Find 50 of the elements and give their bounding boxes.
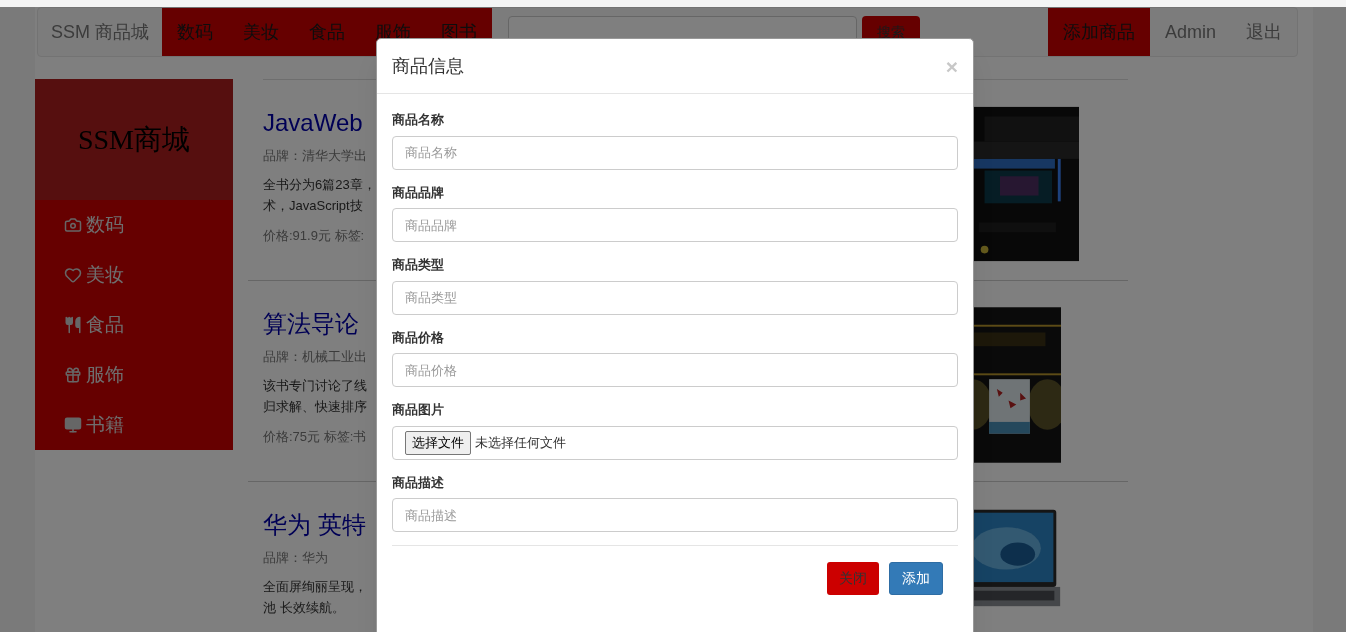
choose-file-button[interactable]: 选择文件	[405, 430, 471, 455]
monitor-icon	[64, 416, 82, 434]
input-field[interactable]: 商品品牌	[392, 208, 958, 242]
product-title[interactable]: 算法导论	[263, 309, 359, 339]
sidebar-item[interactable]: 美妆	[86, 260, 124, 290]
nav-link[interactable]: 退出	[1231, 8, 1297, 56]
nav-link[interactable]: 添加商品	[1047, 8, 1150, 56]
input-field[interactable]: 商品类型	[392, 280, 958, 315]
gift-icon	[64, 366, 82, 384]
nav-link[interactable]: 美妆	[228, 8, 294, 56]
product-brand: 品牌：机械工业出	[263, 348, 367, 366]
sidebar-item[interactable]: 书籍	[86, 410, 124, 440]
product-description: 全面屏绚丽呈现，	[263, 577, 367, 596]
product-title[interactable]: JavaWeb	[263, 108, 363, 138]
close-button[interactable]: 关闭	[827, 562, 879, 595]
sidebar-title: SSM商城	[77, 122, 190, 157]
product-description: 术，JavaScript技	[263, 196, 363, 215]
product-description: 该书专门讨论了线	[263, 376, 367, 395]
sidebar-item[interactable]: 食品	[86, 310, 124, 340]
fork-knife-icon	[64, 316, 82, 334]
product-description: 全书分为6篇23章，	[263, 175, 376, 194]
product-title[interactable]: 华为 英特	[263, 510, 366, 540]
product-description: 归求解、快速排序	[263, 397, 367, 416]
sidebar-item[interactable]: 服饰	[86, 360, 124, 390]
nav-link[interactable]: 食品	[294, 8, 360, 56]
field-label: 商品品牌	[392, 183, 445, 202]
heart-icon	[64, 266, 82, 284]
camera-icon	[64, 216, 82, 234]
brand-link[interactable]: SSM 商品城	[38, 8, 162, 56]
add-button[interactable]: 添加	[889, 562, 943, 595]
field-label: 商品价格	[392, 328, 445, 347]
product-brand: 品牌：华为	[263, 549, 328, 567]
close-button[interactable]: ×	[945, 55, 958, 77]
product-description: 池 长效续航。	[263, 598, 345, 617]
field-label: 商品名称	[392, 111, 445, 129]
modal-title: 商品信息	[392, 54, 464, 78]
product-meta: 价格:91.9元 标签:	[263, 226, 365, 245]
product-brand: 品牌：清华大学出	[263, 147, 367, 165]
nav-link[interactable]: 数码	[162, 8, 228, 56]
input-field[interactable]: 商品价格	[392, 353, 958, 387]
product-meta: 价格:75元 标签:书	[263, 427, 367, 446]
field-label: 商品描述	[392, 473, 445, 492]
input-field[interactable]: 商品描述	[392, 498, 958, 532]
input-field[interactable]: 商品名称	[392, 135, 958, 170]
file-status: 未选择任何文件	[475, 433, 566, 452]
field-label: 商品图片	[392, 401, 445, 419]
field-label: 商品类型	[392, 256, 445, 274]
nav-link[interactable]: Admin	[1149, 8, 1231, 56]
file-field[interactable]: 选择文件 未选择任何文件	[392, 425, 958, 460]
sidebar-item[interactable]: 数码	[86, 210, 124, 240]
